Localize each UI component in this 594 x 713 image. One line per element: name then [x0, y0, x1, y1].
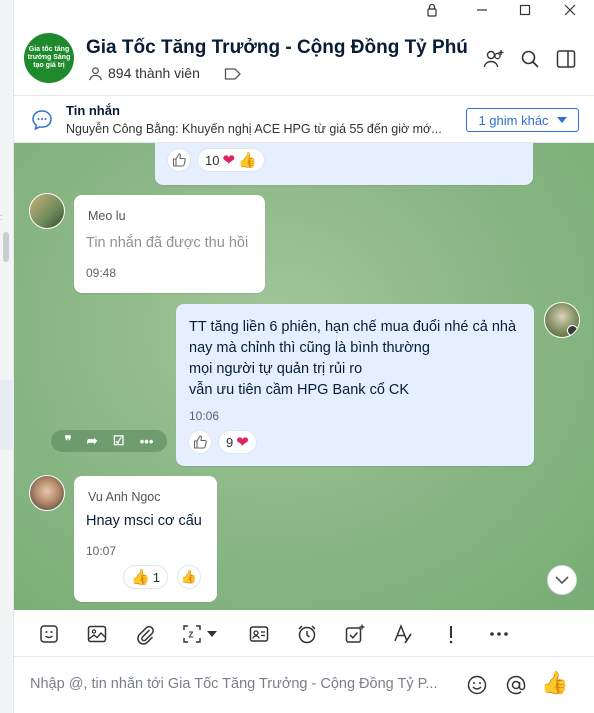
forward-icon[interactable]: ➦	[87, 433, 98, 449]
like-button[interactable]	[188, 430, 212, 454]
sidebar-toggle-icon[interactable]	[555, 48, 577, 70]
message-bubble-icon	[30, 108, 54, 137]
member-count[interactable]: 894 thành viên	[88, 65, 200, 81]
like-button[interactable]	[167, 148, 191, 172]
person-icon	[89, 66, 102, 80]
maximize-icon[interactable]	[505, 0, 545, 20]
heart-icon: ❤	[236, 434, 249, 451]
more-icon[interactable]: •••	[140, 434, 154, 449]
quick-like-icon[interactable]: 👍	[541, 670, 568, 695]
message-input[interactable]	[30, 676, 460, 692]
quote-icon[interactable]: ❞	[65, 433, 72, 449]
search-icon[interactable]	[519, 48, 541, 70]
message-line: nay mà chỉnh thì cũng là bình thường	[189, 340, 430, 356]
reaction-count: 10	[205, 152, 220, 168]
message-line: mọi người tự quản trị rủi ro	[189, 361, 363, 377]
message-time: 10:06	[189, 409, 220, 423]
thumb-up-outline-icon	[172, 153, 186, 167]
contact-card-icon[interactable]	[247, 622, 271, 646]
screenshot-icon[interactable]: Z	[181, 622, 223, 646]
like-button[interactable]: 👍	[177, 565, 201, 589]
message-list[interactable]: 10 ❤ 👍 Meo lu Tin nhắn đã được thu hồi 0…	[14, 143, 594, 610]
pinned-text: Nguyễn Công Bằng: Khuyến nghị ACE HPG từ…	[66, 122, 442, 136]
sender-name[interactable]: Meo lu	[88, 209, 126, 223]
thumb-up-outline-icon	[193, 435, 207, 449]
heart-icon: ❤	[222, 152, 236, 169]
avatar[interactable]	[29, 193, 65, 229]
selected-conversation-edge[interactable]	[0, 380, 14, 450]
pinned-title: Tin nhắn	[66, 103, 120, 118]
emoji-icon[interactable]	[465, 673, 489, 697]
tag-icon[interactable]	[224, 67, 242, 86]
caret-down-icon	[556, 117, 567, 123]
chat-window: : Gia tốc tăng trưởng Sáng tạo giá trị G…	[0, 0, 594, 713]
pinned-message-bar[interactable]: Tin nhắn Nguyễn Công Bằng: Khuyến nghị A…	[14, 97, 594, 143]
message-text: TT tăng liền 6 phiên, hạn chế mua đuổi n…	[189, 317, 516, 401]
scroll-to-bottom-button[interactable]	[547, 565, 577, 595]
add-member-icon[interactable]	[483, 48, 505, 70]
reaction-summary[interactable]: 10 ❤ 👍	[197, 148, 265, 172]
reminder-icon[interactable]	[295, 622, 319, 646]
sender-name[interactable]: Vu Anh Ngoc	[88, 490, 161, 504]
more-pins-button[interactable]: 1 ghim khác	[466, 108, 579, 132]
reaction-summary[interactable]: 9 ❤	[218, 430, 257, 454]
image-icon[interactable]	[85, 622, 109, 646]
message-line: TT tăng liền 6 phiên, hạn chế mua đuổi n…	[189, 319, 517, 335]
edge-mark: :	[0, 212, 3, 222]
format-text-icon[interactable]	[391, 622, 415, 646]
avatar[interactable]	[29, 475, 65, 511]
chevron-down-icon	[555, 576, 569, 584]
message-bubble-outgoing[interactable]: 10 ❤ 👍	[155, 143, 533, 185]
message-time: 10:07	[86, 544, 117, 558]
mention-icon[interactable]	[504, 673, 528, 697]
reaction-count: 1	[152, 569, 160, 585]
message-composer: 👍	[14, 658, 594, 713]
list-scrollbar[interactable]	[3, 232, 9, 262]
svg-text:Z: Z	[189, 631, 194, 640]
message-time: 09:48	[86, 266, 117, 280]
message-text: Hnay msci cơ cấu	[86, 513, 202, 529]
conversation-list-edge: :	[0, 0, 14, 713]
reaction-summary[interactable]: 👍 1	[123, 565, 168, 589]
add-task-icon[interactable]: ☑	[113, 433, 125, 449]
message-bubble-outgoing[interactable]: TT tăng liền 6 phiên, hạn chế mua đuổi n…	[176, 304, 534, 466]
message-bubble-incoming[interactable]: Meo lu Tin nhắn đã được thu hồi 09:48	[74, 195, 265, 293]
group-avatar[interactable]: Gia tốc tăng trưởng Sáng tạo giá trị	[24, 33, 74, 83]
attachment-icon[interactable]	[133, 622, 157, 646]
more-icon[interactable]	[487, 622, 511, 646]
thumbs-up-icon: 👍	[238, 152, 257, 169]
lock-icon[interactable]	[412, 0, 452, 20]
status-badge	[567, 325, 578, 336]
member-count-text: 894 thành viên	[108, 65, 200, 81]
important-icon[interactable]	[439, 622, 463, 646]
message-bubble-incoming[interactable]: Vu Anh Ngoc Hnay msci cơ cấu 10:07 👍 1 👍	[74, 476, 217, 602]
thumbs-up-icon: 👍	[180, 569, 198, 584]
message-actions: ❞ ➦ ☑ •••	[51, 430, 167, 452]
todo-icon[interactable]	[343, 622, 367, 646]
reaction-count: 9	[226, 434, 234, 450]
conversation-header: Gia tốc tăng trưởng Sáng tạo giá trị Gia…	[14, 20, 594, 96]
avatar[interactable]	[544, 302, 580, 338]
thumbs-up-icon: 👍	[131, 569, 150, 586]
message-line: vẫn ưu tiên cầm HPG Bank cổ CK	[189, 382, 410, 398]
recalled-message-text: Tin nhắn đã được thu hồi	[86, 235, 249, 251]
sticker-icon[interactable]	[37, 622, 61, 646]
close-icon[interactable]	[550, 0, 590, 20]
group-title[interactable]: Gia Tốc Tăng Trưởng - Cộng Đồng Tỷ Phú	[86, 37, 468, 59]
more-pins-label: 1 ghim khác	[478, 112, 549, 128]
minimize-icon[interactable]	[462, 0, 502, 20]
composer-toolbar: Z	[14, 610, 594, 657]
title-bar	[14, 0, 594, 20]
group-avatar-text: Gia tốc tăng trưởng Sáng tạo giá trị	[27, 46, 71, 69]
